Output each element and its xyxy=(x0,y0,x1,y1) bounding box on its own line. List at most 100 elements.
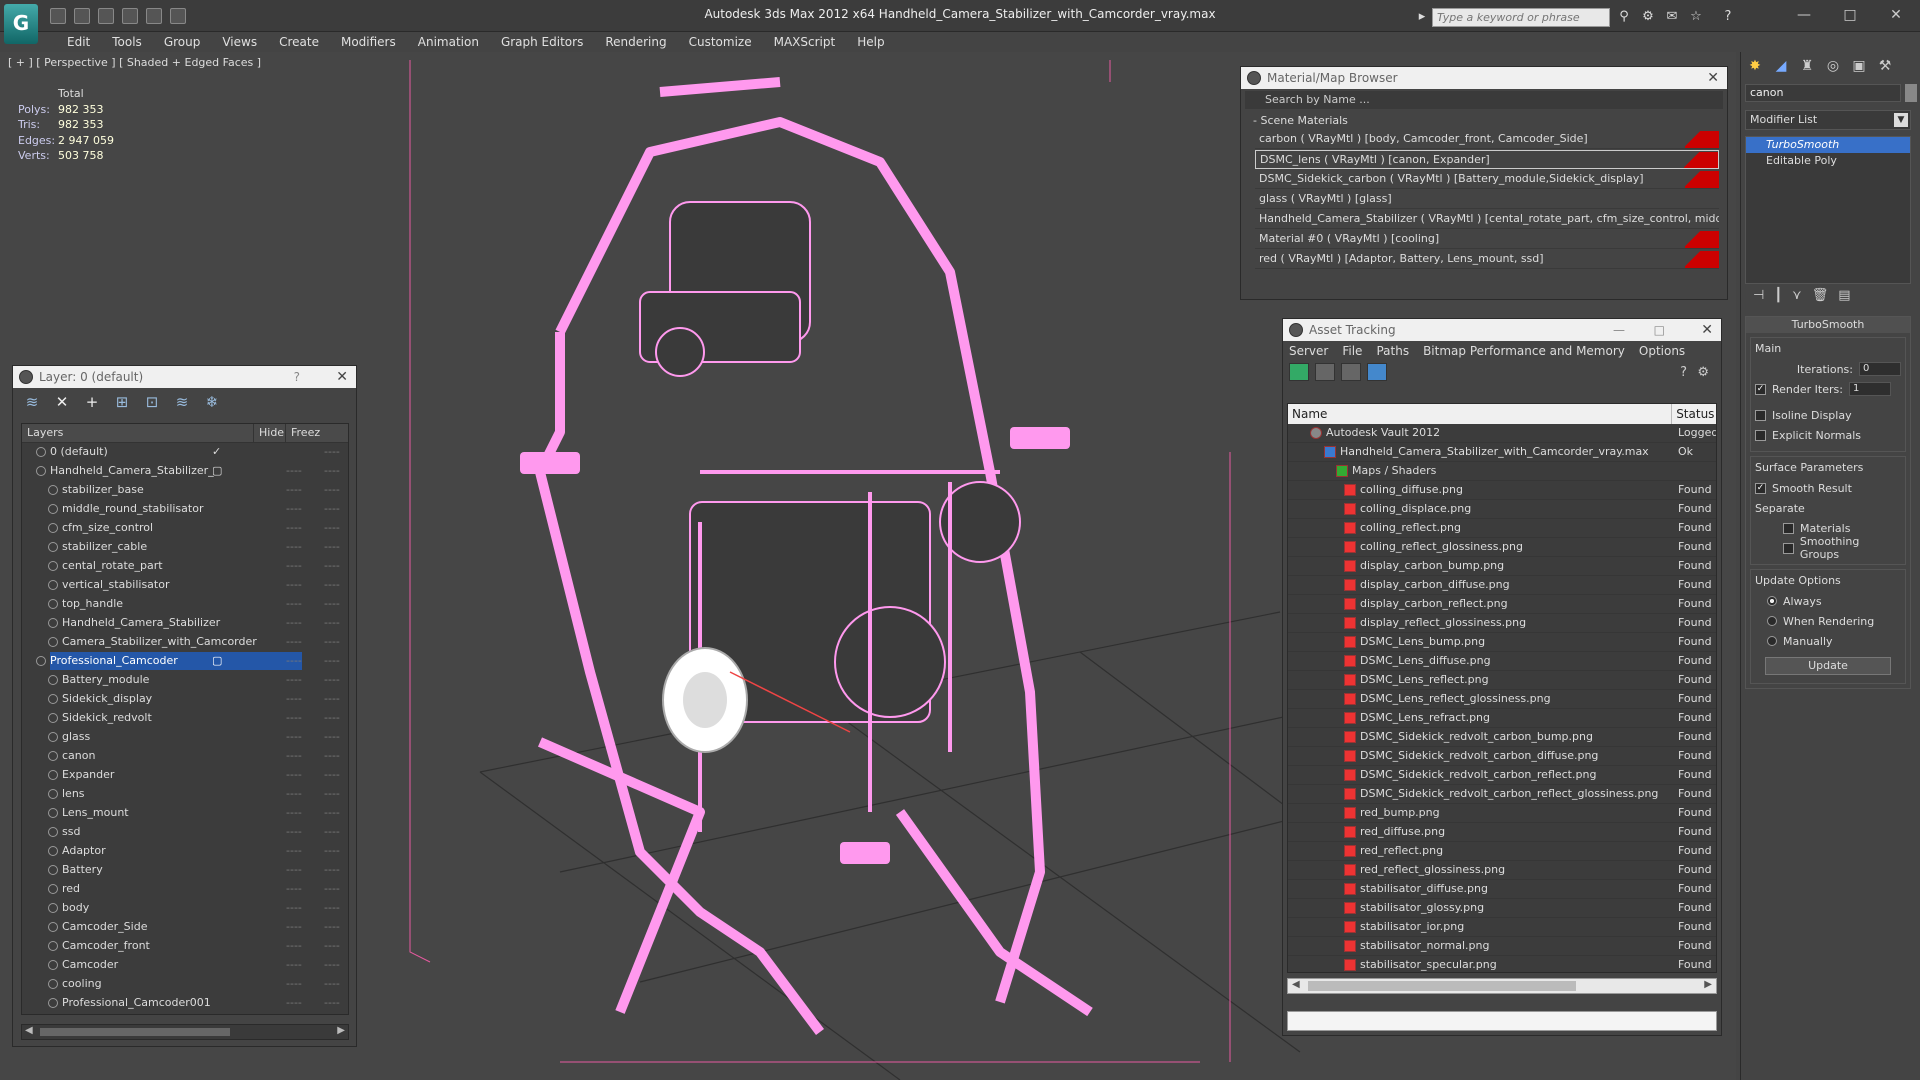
layer-row[interactable]: Handheld_Camera_Stabilizer ---- ---- xyxy=(22,614,348,633)
asset-status-field[interactable] xyxy=(1287,1011,1717,1031)
layer-row[interactable]: Adaptor ---- ---- xyxy=(22,842,348,861)
layer-hide-toggle[interactable]: ---- xyxy=(286,633,302,651)
layer-freeze-toggle[interactable]: ---- xyxy=(324,804,340,822)
layer-hide-toggle[interactable]: ---- xyxy=(286,956,302,974)
asset-menu-file[interactable]: File xyxy=(1342,344,1362,358)
layer-table[interactable]: Layers Hide Freez 0 (default) ✓ ---- Handhe… xyxy=(21,423,349,1015)
scroll-left-icon[interactable]: ◀ xyxy=(25,1025,33,1036)
layer-hide-toggle[interactable]: ---- xyxy=(286,538,302,556)
create-tab-icon[interactable]: ✸ xyxy=(1745,56,1765,76)
smooth-result-checkbox[interactable]: ✓ xyxy=(1755,482,1766,494)
asset-row[interactable]: red_diffuse.png Found xyxy=(1288,823,1716,842)
iterations-spinner[interactable]: 0 xyxy=(1859,362,1901,376)
asset-row[interactable]: DSMC_Sidekick_redvolt_carbon_reflect_glo… xyxy=(1288,785,1716,804)
layer-freeze-toggle[interactable]: ---- xyxy=(324,633,340,651)
save-file-icon[interactable] xyxy=(74,8,90,24)
asset-scroll-left-icon[interactable]: ◀ xyxy=(1292,979,1300,990)
layer-freeze-toggle[interactable]: ---- xyxy=(324,443,340,461)
subscription-icon[interactable]: ⚙ xyxy=(1640,9,1656,25)
asset-row[interactable]: DSMC_Lens_reflect_glossiness.png Found xyxy=(1288,690,1716,709)
menu-edit[interactable]: Edit xyxy=(56,32,101,52)
layer-freeze-toggle[interactable]: ---- xyxy=(324,842,340,860)
hide-all-icon[interactable]: ≋ xyxy=(171,392,193,412)
motion-tab-icon[interactable]: ◎ xyxy=(1823,56,1843,76)
layer-hide-toggle[interactable]: ---- xyxy=(286,918,302,936)
modifier-list-dropdown[interactable]: Modifier List ▼ xyxy=(1745,110,1911,130)
layer-hide-toggle[interactable]: ---- xyxy=(286,785,302,803)
materials-checkbox[interactable] xyxy=(1783,522,1794,534)
asset-row[interactable]: colling_reflect.png Found xyxy=(1288,519,1716,538)
layer-freeze-toggle[interactable]: ---- xyxy=(324,861,340,879)
make-unique-icon[interactable]: ⋎ xyxy=(1792,288,1802,312)
layer-row[interactable]: Professional_Camcoder001 ---- ---- xyxy=(22,994,348,1013)
layer-row[interactable]: cooling ---- ---- xyxy=(22,975,348,994)
hierarchy-tab-icon[interactable]: ♜ xyxy=(1797,56,1817,76)
layer-freeze-toggle[interactable]: ---- xyxy=(324,500,340,518)
asset-tracking-titlebar[interactable]: Asset Tracking — □ ✕ xyxy=(1283,319,1721,341)
asset-row[interactable]: DSMC_Sidekick_redvolt_carbon_diffuse.png… xyxy=(1288,747,1716,766)
object-name-field[interactable]: canon xyxy=(1745,84,1901,102)
layer-row[interactable]: ssd ---- ---- xyxy=(22,823,348,842)
layer-row[interactable]: glass ---- ---- xyxy=(22,728,348,747)
menu-animation[interactable]: Animation xyxy=(407,32,490,52)
asset-row[interactable]: DSMC_Lens_diffuse.png Found xyxy=(1288,652,1716,671)
asset-menu-bitmap[interactable]: Bitmap Performance and Memory xyxy=(1423,344,1625,358)
col-freeze[interactable]: Freez xyxy=(286,424,346,442)
object-color-swatch[interactable] xyxy=(1905,84,1917,102)
material-row[interactable]: glass ( VRayMtl ) [glass] xyxy=(1255,190,1719,209)
layer-row[interactable]: canon ---- ---- xyxy=(22,747,348,766)
layer-freeze-toggle[interactable]: ---- xyxy=(324,557,340,575)
show-end-result-icon[interactable]: ┃ xyxy=(1774,288,1782,312)
fetch-icon[interactable] xyxy=(170,8,186,24)
asset-menu-options[interactable]: Options xyxy=(1639,344,1685,358)
table-view-icon[interactable] xyxy=(1367,363,1387,381)
layer-row[interactable]: Lens_mount ---- ---- xyxy=(22,804,348,823)
layer-freeze-toggle[interactable]: ---- xyxy=(324,728,340,746)
asset-minimize-icon[interactable]: — xyxy=(1613,319,1625,341)
layer-freeze-toggle[interactable]: ---- xyxy=(324,595,340,613)
layer-row[interactable]: lens ---- ---- xyxy=(22,785,348,804)
asset-scroll-thumb[interactable] xyxy=(1308,981,1576,991)
scroll-thumb[interactable] xyxy=(40,1028,230,1036)
col-hide[interactable]: Hide xyxy=(254,424,286,442)
menu-maxscript[interactable]: MAXScript xyxy=(763,32,847,52)
redo-icon[interactable] xyxy=(122,8,138,24)
layer-hide-toggle[interactable]: ---- xyxy=(286,994,302,1012)
layer-freeze-toggle[interactable]: ---- xyxy=(324,709,340,727)
col-status[interactable]: Status xyxy=(1672,404,1716,424)
layer-freeze-toggle[interactable]: ---- xyxy=(324,975,340,993)
asset-row[interactable]: DSMC_Sidekick_redvolt_carbon_reflect.png… xyxy=(1288,766,1716,785)
layer-row[interactable]: Battery_module ---- ---- xyxy=(22,671,348,690)
layer-hide-toggle[interactable]: ---- xyxy=(286,519,302,537)
thumbnail-view-icon[interactable] xyxy=(1341,363,1361,381)
select-objects-icon[interactable]: ⊞ xyxy=(111,392,133,412)
menu-tools[interactable]: Tools xyxy=(101,32,153,52)
layer-row[interactable]: Handheld_Camera_Stabilizer_ ▢ ---- ---- xyxy=(22,462,348,481)
scene-materials-section[interactable]: - Scene Materials xyxy=(1245,113,1723,129)
layer-row[interactable]: Camcoder_front ---- ---- xyxy=(22,937,348,956)
layer-freeze-toggle[interactable]: ---- xyxy=(324,994,340,1012)
utilities-tab-icon[interactable]: ⚒ xyxy=(1875,56,1895,76)
layer-panel-titlebar[interactable]: Layer: 0 (default) ? ✕ xyxy=(13,366,356,388)
asset-row[interactable]: Maps / Shaders xyxy=(1288,462,1716,481)
menu-modifiers[interactable]: Modifiers xyxy=(330,32,407,52)
material-row[interactable]: red ( VRayMtl ) [Adaptor, Battery, Lens_… xyxy=(1255,250,1719,269)
undo-icon[interactable] xyxy=(98,8,114,24)
layer-freeze-toggle[interactable]: ---- xyxy=(324,918,340,936)
delete-layer-icon[interactable]: ✕ xyxy=(51,392,73,412)
layer-hide-toggle[interactable]: ---- xyxy=(286,804,302,822)
remove-modifier-icon[interactable]: 🗑 xyxy=(1812,288,1829,312)
asset-row[interactable]: stabilisator_normal.png Found xyxy=(1288,937,1716,956)
stack-item-turbosmooth[interactable]: TurboSmooth xyxy=(1746,137,1910,153)
turbosmooth-rollout-header[interactable]: TurboSmooth xyxy=(1746,317,1910,333)
layer-row[interactable]: Sidekick_display ---- ---- xyxy=(22,690,348,709)
asset-row[interactable]: display_carbon_reflect.png Found xyxy=(1288,595,1716,614)
render-iters-checkbox[interactable]: ✓ xyxy=(1755,383,1766,395)
new-layer-icon[interactable]: ≋ xyxy=(21,392,43,412)
layer-hide-toggle[interactable]: ---- xyxy=(286,652,302,670)
material-row[interactable]: Handheld_Camera_Stabilizer ( VRayMtl ) [… xyxy=(1255,210,1719,229)
layer-hide-toggle[interactable]: ---- xyxy=(286,671,302,689)
layer-freeze-toggle[interactable]: ---- xyxy=(324,823,340,841)
material-search-input[interactable]: Search by Name ... xyxy=(1245,91,1723,109)
layer-freeze-toggle[interactable]: ---- xyxy=(324,899,340,917)
